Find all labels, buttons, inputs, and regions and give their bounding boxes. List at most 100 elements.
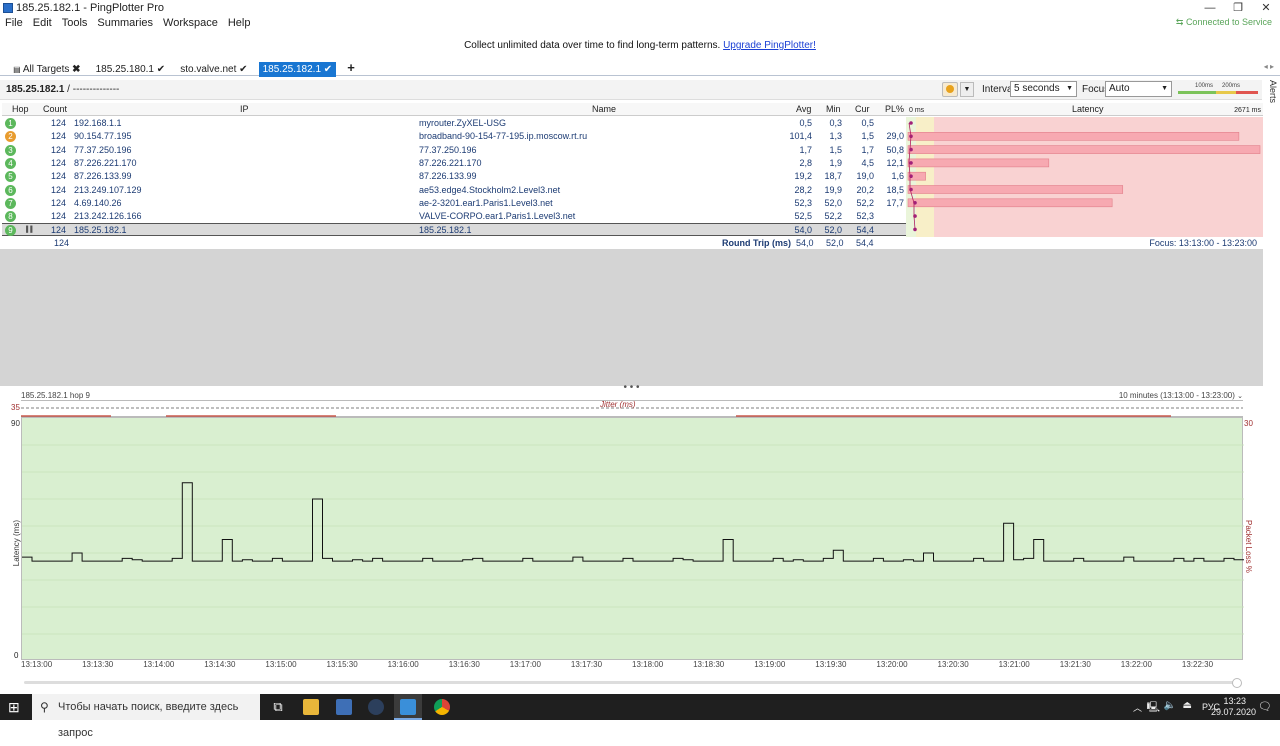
- pingplotter-taskbar-button[interactable]: [394, 694, 422, 720]
- table-row[interactable]: 6 124 213.249.107.129 ae53.edge4.Stockholm2…: [2, 184, 907, 197]
- col-avg[interactable]: Avg: [796, 104, 811, 114]
- table-row[interactable]: 4 124 87.226.221.170 87.226.221.170 2,8 1,9 4,…: [2, 157, 907, 170]
- task-view-icon[interactable]: ⧉: [270, 699, 286, 715]
- clock[interactable]: 13:23: [1223, 696, 1246, 706]
- x-tick-label: 13:21:30: [1059, 660, 1091, 669]
- windows-start-icon[interactable]: ⊞: [8, 700, 22, 714]
- add-tab-icon[interactable]: +: [343, 60, 359, 75]
- cell-pl: 17,7: [886, 197, 904, 208]
- network-app-icon[interactable]: [336, 699, 352, 715]
- latency-point: [909, 121, 913, 125]
- tab-185-25-180-1[interactable]: 185.25.180.1 ✔: [92, 62, 170, 77]
- cell-ip: 213.249.107.129: [74, 184, 142, 195]
- round-trip-summary: 124 Round Trip (ms) 54,0 52,0 54,4 Focus…: [2, 237, 1263, 249]
- table-row[interactable]: 3 124 77.37.250.196 77.37.250.196 1,7 1,5 1,7 5…: [2, 144, 907, 157]
- menu-summaries[interactable]: Summaries: [92, 16, 158, 31]
- table-row[interactable]: 8 124 213.242.126.166 VALVE-CORPO.ear1.Pari…: [2, 210, 907, 223]
- cell-cur: 19,0: [856, 171, 874, 182]
- tray-overflow-icon[interactable]: ︿: [1133, 701, 1142, 714]
- cell-avg: 2,8: [799, 157, 812, 168]
- x-tick-label: 13:17:30: [570, 660, 603, 669]
- cell-ip: 90.154.77.195: [74, 131, 132, 142]
- scale-good-bar: [1178, 91, 1216, 94]
- table-row[interactable]: 2 124 90.154.77.195 broadband-90-154-77-195…: [2, 130, 907, 143]
- scale-warn-bar: [1216, 91, 1236, 94]
- x-tick-label: 13:16:00: [387, 660, 419, 669]
- close-icon[interactable]: ✕: [1252, 0, 1280, 16]
- col-count[interactable]: Count: [43, 104, 67, 114]
- col-cur[interactable]: Cur: [855, 104, 870, 114]
- table-row[interactable]: 1 124 192.168.1.1 myrouter.ZyXEL-USG 0,5 0,3 0…: [2, 117, 907, 130]
- cell-avg: 0,5: [799, 118, 812, 128]
- tab-185-25-182-1[interactable]: 185.25.182.1 ✔: [258, 62, 337, 77]
- cell-cur: 0,5: [861, 118, 874, 128]
- usb-icon[interactable]: ⏏: [1183, 700, 1192, 711]
- col-hop[interactable]: Hop: [12, 104, 29, 114]
- pl-max-label: 30: [1244, 419, 1253, 428]
- x-tick-label: 13:13:30: [82, 660, 114, 669]
- alerts-panel-tab[interactable]: Alerts: [1264, 80, 1278, 103]
- cell-count: 124: [50, 144, 66, 155]
- cell-min: 1,9: [829, 157, 842, 168]
- taskbar-search[interactable]: ⚲ Чтобы начать поиск, введите здесь запр…: [32, 694, 260, 739]
- menu-edit[interactable]: Edit: [28, 16, 57, 31]
- graph-toggle-icon[interactable]: ▐▐: [24, 227, 33, 233]
- focus-select[interactable]: Auto ▼: [1105, 81, 1172, 97]
- cell-ip: 87.226.221.170: [74, 157, 137, 168]
- minimize-icon[interactable]: —: [1196, 0, 1224, 16]
- x-tick-label: 13:20:30: [937, 660, 969, 669]
- connection-status[interactable]: ⇆ Connected to Service: [1176, 17, 1272, 28]
- cell-avg: 54,0: [794, 225, 812, 236]
- col-min[interactable]: Min: [826, 104, 841, 114]
- latency-min-label: 0 ms: [909, 107, 925, 114]
- timeline-scrollbar[interactable]: [24, 681, 1238, 684]
- pause-button[interactable]: [942, 82, 958, 97]
- cell-avg: 52,5: [794, 211, 812, 222]
- cell-name: 185.25.182.1: [419, 225, 472, 236]
- steam-icon[interactable]: [368, 699, 384, 715]
- tab-scroll-icon[interactable]: ◂ ▸: [1264, 62, 1274, 71]
- tab-sto-valve-net[interactable]: sto.valve.net ✔: [176, 62, 251, 77]
- timeline-range[interactable]: 10 minutes (13:13:00 - 13:23:00) ⌄: [1119, 391, 1243, 400]
- upgrade-link[interactable]: Upgrade PingPlotter!: [723, 40, 816, 51]
- cell-ip: 213.242.126.166: [74, 211, 142, 222]
- cell-avg: 28,2: [794, 184, 812, 195]
- cell-count: 124: [50, 211, 66, 222]
- cell-count: 124: [50, 225, 66, 236]
- menu-workspace[interactable]: Workspace: [158, 16, 223, 31]
- table-row[interactable]: 5 124 87.226.133.99 87.226.133.99 19,2 18,7 19…: [2, 170, 907, 183]
- network-icon[interactable]: 🖳: [1147, 700, 1160, 717]
- maximize-icon[interactable]: ❐: [1224, 0, 1252, 16]
- interval-select[interactable]: 5 seconds ▼: [1010, 81, 1077, 97]
- x-tick-label: 13:19:00: [754, 660, 786, 669]
- y-max-label: 90: [11, 419, 20, 428]
- latency-graph[interactable]: 0 ms 2671 ms: [906, 107, 1263, 237]
- notification-icon[interactable]: 🗨: [1258, 700, 1272, 713]
- col-name[interactable]: Name: [592, 104, 616, 114]
- cell-min: 52,0: [824, 225, 842, 236]
- table-row[interactable]: 9 ▐▐ 124 185.25.182.1 185.25.182.1 54,0 52,0 54…: [2, 223, 907, 237]
- chrome-icon[interactable]: [434, 699, 450, 715]
- packet-loss-bar: [907, 158, 1050, 168]
- latency-timeline[interactable]: [21, 417, 1244, 660]
- col-ip[interactable]: IP: [240, 104, 249, 114]
- search-icon: ⚲: [40, 700, 49, 714]
- volume-icon[interactable]: 🔈: [1164, 700, 1176, 711]
- date: 29.07.2020: [1210, 707, 1256, 717]
- file-explorer-icon[interactable]: [303, 699, 319, 715]
- menu-file[interactable]: File: [0, 16, 28, 31]
- pl-axis-label: Packet Loss %: [1244, 520, 1253, 573]
- col-pl[interactable]: PL%: [885, 104, 904, 114]
- menu-help[interactable]: Help: [223, 16, 256, 31]
- table-row[interactable]: 7 124 4.69.140.26 ae-2-3201.ear1.Paris1.Lev…: [2, 197, 907, 210]
- pause-dropdown-icon[interactable]: ▼: [960, 82, 974, 97]
- hop-number-badge: 8: [5, 211, 16, 223]
- tab-all-targets[interactable]: ▤ All Targets ✖: [9, 62, 84, 77]
- upgrade-banner: Collect unlimited data over time to find…: [0, 40, 1280, 51]
- col-latency[interactable]: Latency: [1072, 104, 1104, 114]
- close-tab-icon[interactable]: ✖: [72, 64, 80, 75]
- chevron-down-icon: ▼: [1066, 85, 1073, 92]
- timeline-scroll-thumb[interactable]: [1232, 678, 1242, 688]
- summary-focus: Focus: 13:13:00 - 13:23:00: [1149, 238, 1257, 248]
- menu-tools[interactable]: Tools: [57, 16, 93, 31]
